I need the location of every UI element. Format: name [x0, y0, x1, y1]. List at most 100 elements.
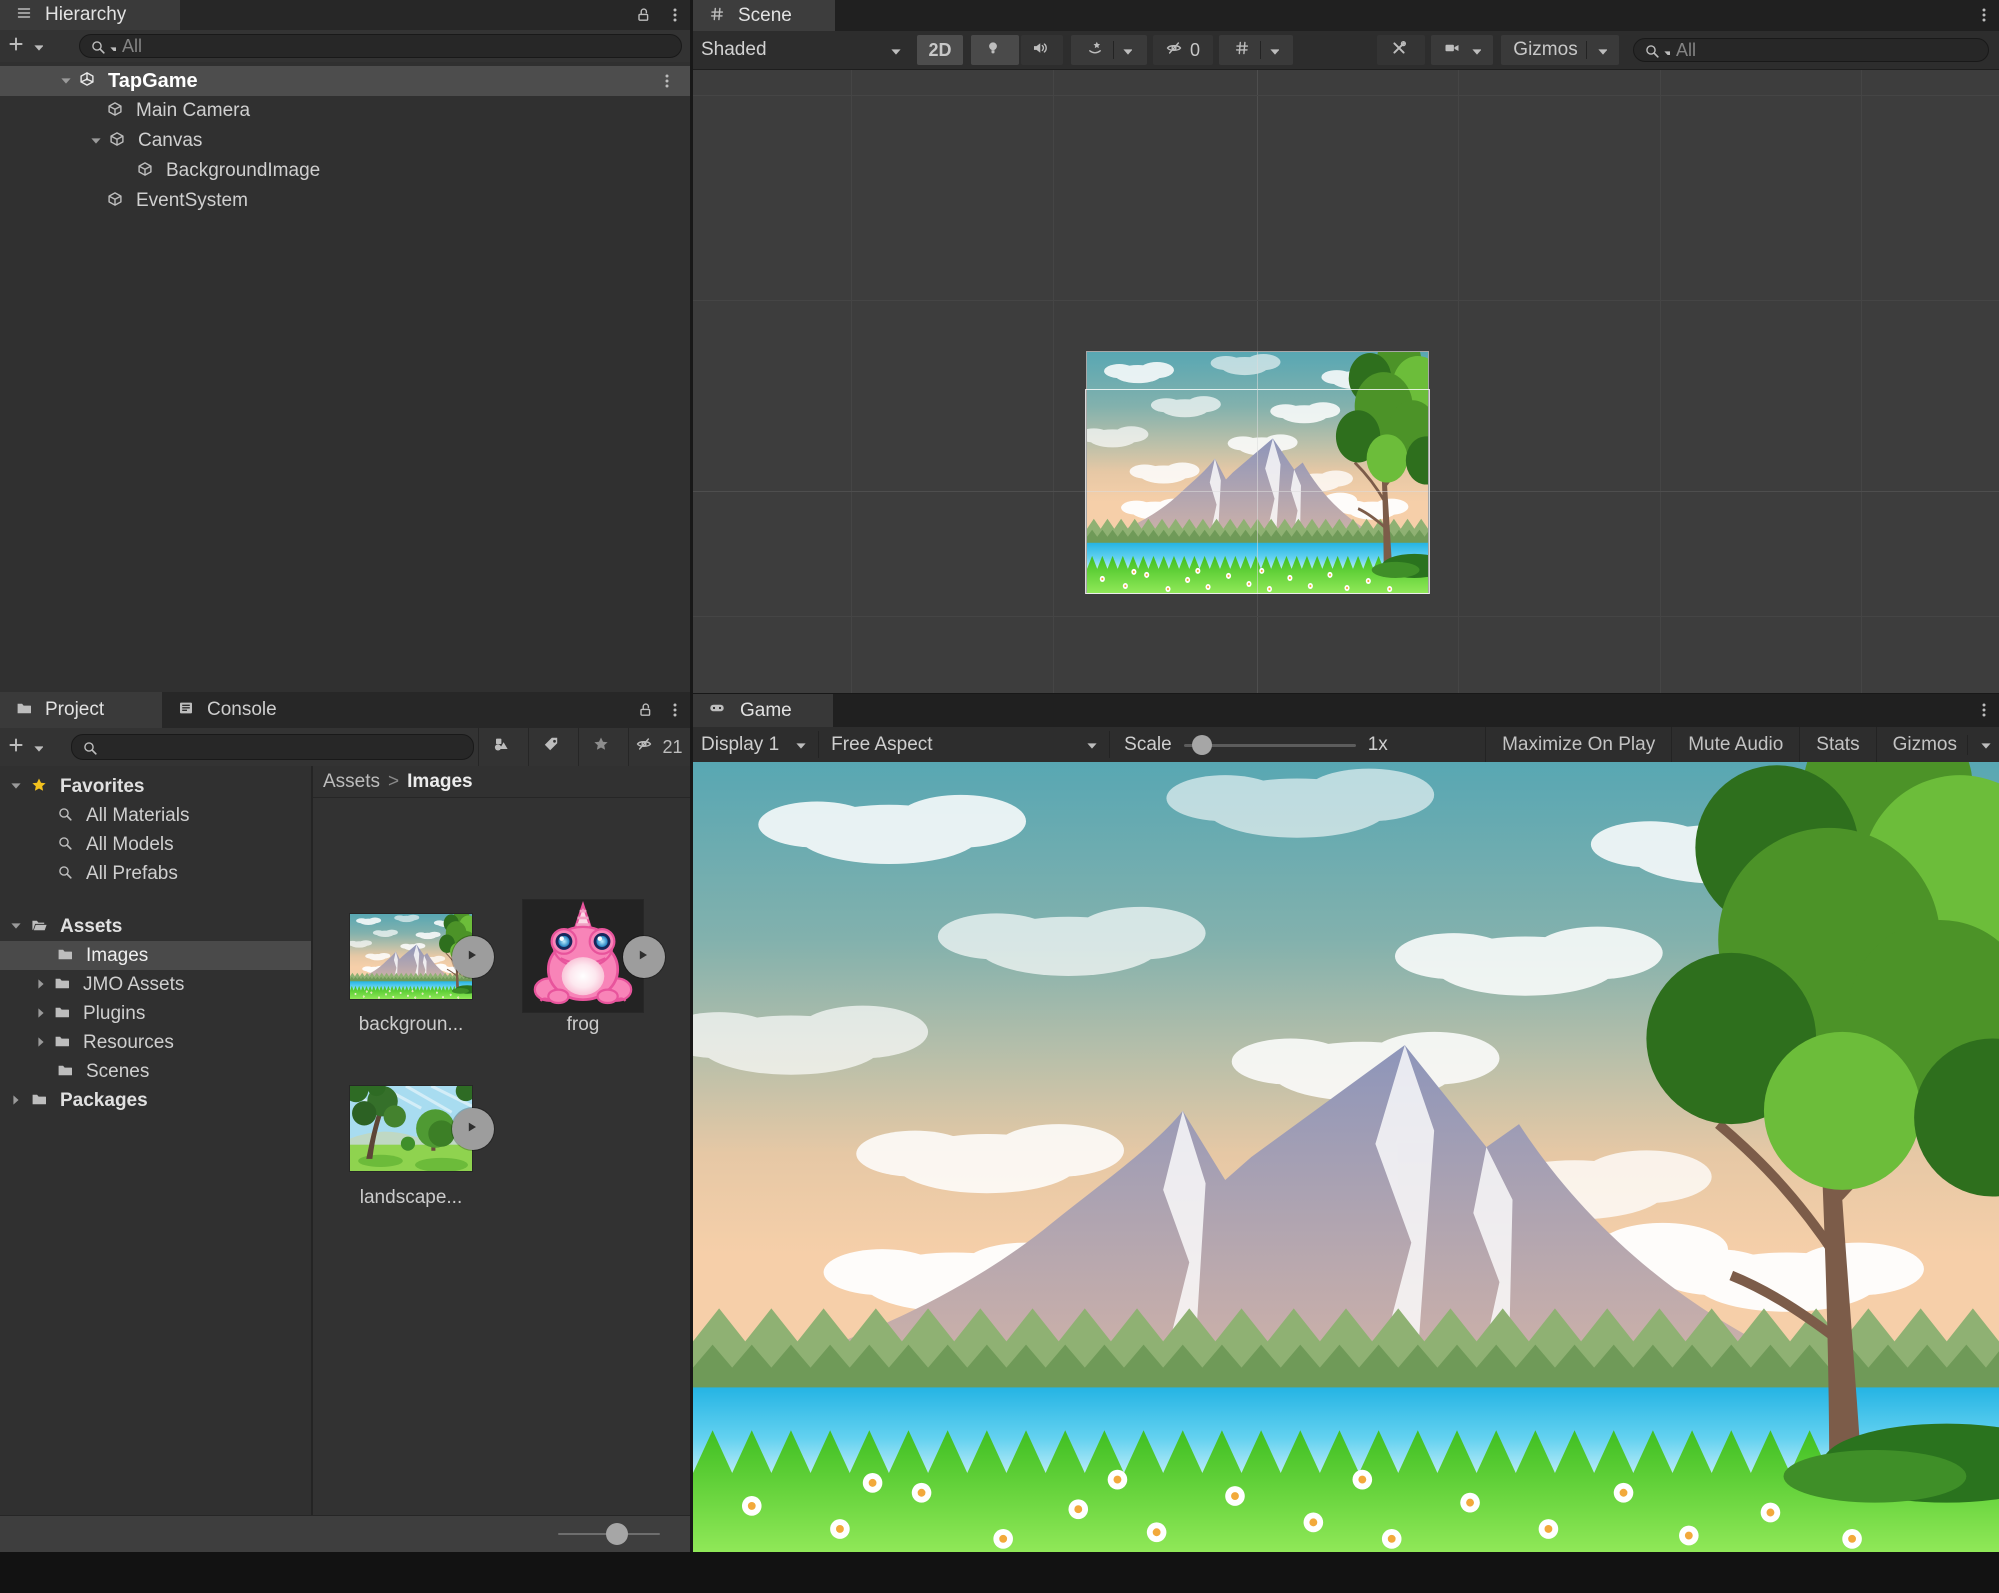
lock-icon[interactable] [628, 0, 658, 30]
expander-right-icon[interactable] [33, 976, 50, 993]
game-viewport[interactable] [693, 762, 1999, 1552]
mute-audio-button[interactable]: Mute Audio [1671, 727, 1799, 762]
expander-down-icon[interactable] [8, 778, 25, 795]
hidden-objects-button[interactable]: 0 [1153, 35, 1213, 65]
filter-by-type-button[interactable] [478, 728, 528, 766]
search-placeholder: All [1676, 40, 1696, 61]
kebab-menu-icon[interactable] [1969, 0, 1999, 31]
asset-label[interactable]: landscape... [331, 1187, 491, 1209]
tab-project[interactable]: Project [0, 692, 162, 728]
shading-mode-dropdown[interactable]: Shaded [693, 39, 911, 61]
hierarchy-search-input[interactable]: All [79, 34, 682, 58]
expander-right-icon[interactable] [8, 1092, 25, 1109]
search-icon [1644, 43, 1659, 58]
play-overlay-icon[interactable] [623, 936, 665, 978]
game-rendered-frame [693, 762, 1999, 1552]
maximize-on-play-button[interactable]: Maximize On Play [1485, 727, 1671, 762]
tab-hierarchy[interactable]: Hierarchy [0, 0, 180, 30]
play-overlay-icon[interactable] [452, 1108, 494, 1150]
scale-slider-thumb[interactable] [1192, 735, 1212, 755]
search-placeholder: All [122, 36, 142, 57]
camera-settings-dropdown[interactable] [1431, 35, 1493, 65]
tree-row-images[interactable]: Images [0, 941, 311, 970]
game-gizmos-dropdown[interactable]: Gizmos [1876, 727, 1999, 762]
thumbnail-size-slider[interactable] [558, 1523, 660, 1545]
tree-row-all-prefabs[interactable]: All Prefabs [0, 859, 311, 888]
project-search-input[interactable] [71, 734, 474, 760]
aspect-ratio-dropdown[interactable]: Free Aspect [819, 727, 1109, 762]
asset-label[interactable]: frog [503, 1014, 663, 1036]
tree-row-all-materials[interactable]: All Materials [0, 801, 311, 830]
tree-row-plugins[interactable]: Plugins [0, 999, 311, 1028]
favorites-filter-button[interactable] [578, 728, 628, 766]
scale-slider[interactable] [1184, 734, 1356, 756]
folder-open-icon [31, 917, 51, 937]
scene-search-input[interactable]: All [1633, 38, 1989, 62]
search-icon [57, 864, 77, 884]
chevron-down-icon [1978, 738, 1991, 751]
create-asset-button[interactable] [0, 737, 51, 757]
kebab-menu-icon[interactable] [660, 692, 690, 728]
grid-visibility-dropdown[interactable] [1219, 35, 1293, 65]
tree-row-canvas[interactable]: Canvas [0, 126, 690, 156]
stats-button[interactable]: Stats [1799, 727, 1875, 762]
folder-icon [54, 1033, 74, 1053]
hierarchy-panel: Hierarchy All TapGame [0, 0, 690, 692]
scene-tabbar: Scene [693, 0, 1999, 31]
project-body: Favorites All Materials All Models All P… [0, 766, 690, 1515]
tree-row-all-models[interactable]: All Models [0, 830, 311, 859]
breadcrumb-images[interactable]: Images [407, 771, 472, 793]
filter-by-label-button[interactable] [528, 728, 578, 766]
tree-row-tapgame[interactable]: TapGame [0, 66, 690, 96]
row-kebab-menu-icon[interactable] [652, 73, 682, 90]
hidden-count-button[interactable]: 21 [628, 728, 690, 766]
expander-down-icon[interactable] [88, 133, 105, 150]
scene-panel: Scene Shaded 2D 0 [693, 0, 1999, 693]
tree-row-scenes[interactable]: Scenes [0, 1057, 311, 1086]
scene-tools-button[interactable] [1377, 35, 1425, 65]
expander-right-icon[interactable] [33, 1005, 50, 1022]
lighting-toggle-button[interactable] [971, 35, 1019, 65]
panel-divider[interactable] [690, 0, 693, 1552]
game-toolbar: Display 1 Free Aspect Scale 1x Maximize … [693, 727, 1999, 762]
game-panel: Game Display 1 Free Aspect Scale [693, 694, 1999, 1552]
tree-row-backgroundimage[interactable]: BackgroundImage [0, 156, 690, 186]
unity-editor-window: Hierarchy All TapGame [0, 0, 1999, 1593]
tree-row-assets[interactable]: Assets [0, 912, 311, 941]
lock-icon[interactable] [630, 692, 660, 728]
tree-row-packages[interactable]: Packages [0, 1086, 311, 1115]
kebab-menu-icon[interactable] [660, 0, 690, 30]
scene-viewport[interactable] [693, 70, 1999, 693]
asset-label[interactable]: backgroun... [331, 1014, 491, 1036]
breadcrumb: Assets > Images [313, 766, 690, 798]
tree-row-eventsystem[interactable]: EventSystem [0, 186, 690, 216]
2d-toggle-button[interactable]: 2D [917, 35, 963, 65]
chevron-down-icon [1469, 44, 1481, 56]
effects-dropdown-button[interactable] [1071, 35, 1147, 65]
tab-game[interactable]: Game [693, 694, 833, 727]
tab-scene[interactable]: Scene [693, 0, 835, 31]
tree-row-favorites[interactable]: Favorites [0, 772, 311, 801]
project-toolbar: 21 [0, 728, 690, 766]
tree-row-resources[interactable]: Resources [0, 1028, 311, 1057]
expander-down-icon[interactable] [58, 73, 75, 90]
display-dropdown[interactable]: Display 1 [693, 727, 818, 762]
tab-console-label: Console [207, 699, 277, 721]
hierarchy-tree: TapGame Main Camera Canvas BackgroundIma… [0, 62, 690, 692]
kebab-menu-icon[interactable] [1969, 694, 1999, 727]
expander-right-icon[interactable] [33, 1034, 50, 1051]
breadcrumb-assets[interactable]: Assets [323, 771, 380, 793]
tree-row-jmo-assets[interactable]: JMO Assets [0, 970, 311, 999]
play-overlay-icon[interactable] [452, 936, 494, 978]
thumbnail-size-slider-thumb[interactable] [606, 1523, 628, 1545]
hierarchy-tabbar: Hierarchy [0, 0, 690, 30]
tab-console[interactable]: Console [162, 692, 334, 728]
tab-game-label: Game [740, 700, 792, 722]
chevron-down-icon [888, 44, 901, 57]
create-button[interactable] [0, 36, 51, 56]
scene-gizmos-dropdown[interactable]: Gizmos [1501, 35, 1619, 65]
folder-icon [54, 1004, 74, 1024]
tree-row-main-camera[interactable]: Main Camera [0, 96, 690, 126]
audio-toggle-button[interactable] [1021, 35, 1063, 65]
expander-down-icon[interactable] [8, 918, 25, 935]
